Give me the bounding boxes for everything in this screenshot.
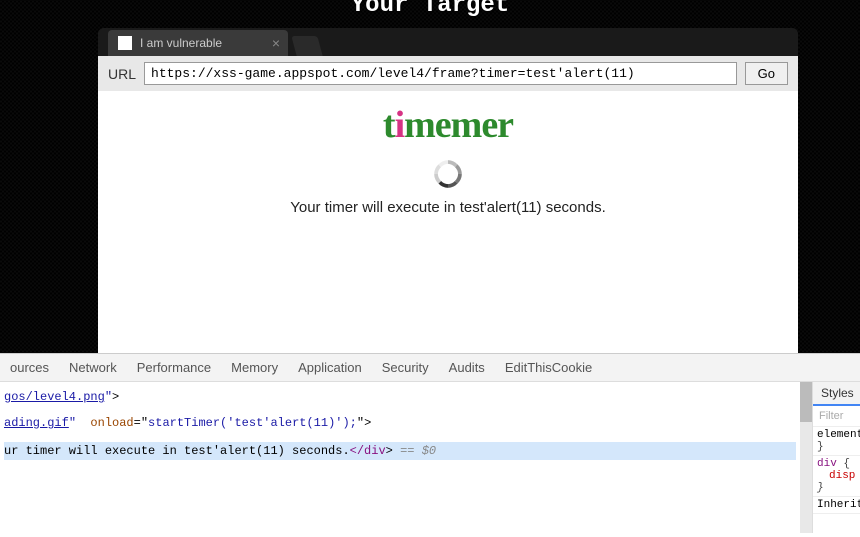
page-header-title: Your Target: [351, 0, 509, 19]
browser-frame: I am vulnerable × URL Go timemer: [98, 28, 798, 353]
elements-scrollbar[interactable]: [800, 382, 812, 533]
devtools-tab-sources[interactable]: ources: [10, 360, 49, 375]
page-content: timemer Your timer will execute in test'…: [98, 91, 798, 353]
url-bar: URL Go: [98, 56, 798, 91]
devtools-tab-performance[interactable]: Performance: [137, 360, 211, 375]
url-label: URL: [108, 66, 136, 82]
style-inherited: Inherite: [813, 497, 860, 514]
tab-title: I am vulnerable: [140, 36, 222, 50]
go-button[interactable]: Go: [745, 62, 788, 85]
source-line: gos/level4.png">: [4, 390, 796, 404]
timer-logo: timemer: [383, 103, 513, 147]
devtools-tab-audits[interactable]: Audits: [449, 360, 485, 375]
loading-spinner-icon: [433, 159, 463, 189]
devtools-body: gos/level4.png"> ading.gif" onload="star…: [0, 382, 860, 533]
elements-source-panel[interactable]: gos/level4.png"> ading.gif" onload="star…: [0, 382, 800, 533]
tab-bar: I am vulnerable ×: [98, 28, 798, 56]
style-rule: div { disp }: [813, 456, 860, 497]
devtools-tab-application[interactable]: Application: [298, 360, 362, 375]
devtools-tab-network[interactable]: Network: [69, 360, 117, 375]
devtools-tabs: ources Network Performance Memory Applic…: [0, 354, 860, 382]
url-input[interactable]: [144, 62, 737, 85]
tab-close-icon[interactable]: ×: [272, 35, 280, 51]
styles-panel: Styles Filter element } div { disp } Inh…: [812, 382, 860, 533]
browser-tab[interactable]: I am vulnerable ×: [108, 30, 288, 56]
source-line: ading.gif" onload="startTimer('test'aler…: [4, 416, 796, 430]
new-tab-button[interactable]: [291, 36, 322, 56]
styles-filter-input[interactable]: Filter: [813, 406, 860, 427]
devtools-tab-editthiscookie[interactable]: EditThisCookie: [505, 360, 592, 375]
timer-message: Your timer will execute in test'alert(11…: [290, 199, 606, 216]
tab-favicon: [118, 36, 132, 50]
scrollbar-thumb[interactable]: [800, 382, 812, 422]
styles-tab[interactable]: Styles: [813, 382, 860, 406]
style-rule: element }: [813, 427, 860, 456]
devtools-tab-security[interactable]: Security: [382, 360, 429, 375]
devtools-tab-memory[interactable]: Memory: [231, 360, 278, 375]
devtools-panel: ources Network Performance Memory Applic…: [0, 353, 860, 537]
source-line-selected[interactable]: ur timer will execute in test'alert(11) …: [4, 442, 796, 460]
